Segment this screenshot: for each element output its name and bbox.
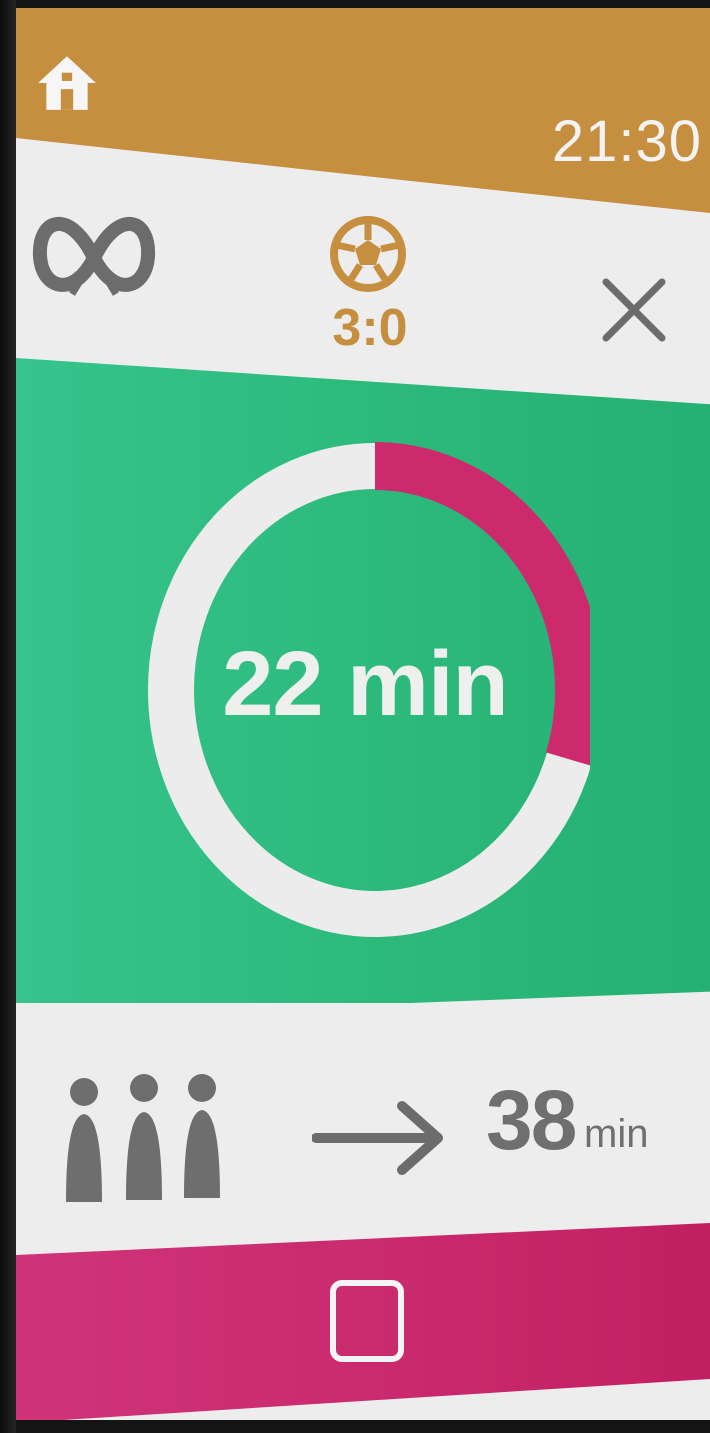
- wait-time-value: 38: [486, 1073, 577, 1167]
- pretzel-icon[interactable]: [30, 198, 158, 308]
- people-icon: [66, 1074, 220, 1202]
- clock-time: 21:30: [551, 109, 702, 174]
- match-score: 3:0: [332, 299, 408, 357]
- square-home-icon[interactable]: [330, 1280, 404, 1362]
- close-icon[interactable]: [600, 276, 668, 344]
- home-icon[interactable]: [34, 50, 100, 116]
- device-bezel: [0, 0, 16, 1433]
- device-screen: 21:30 3:0 22 min 38 min: [16, 8, 710, 1420]
- timer-label: 22 min: [222, 633, 508, 735]
- soccer-ball-icon[interactable]: [326, 212, 410, 296]
- wait-time-unit: min: [584, 1112, 649, 1156]
- arrow-right-icon: [312, 1101, 443, 1175]
